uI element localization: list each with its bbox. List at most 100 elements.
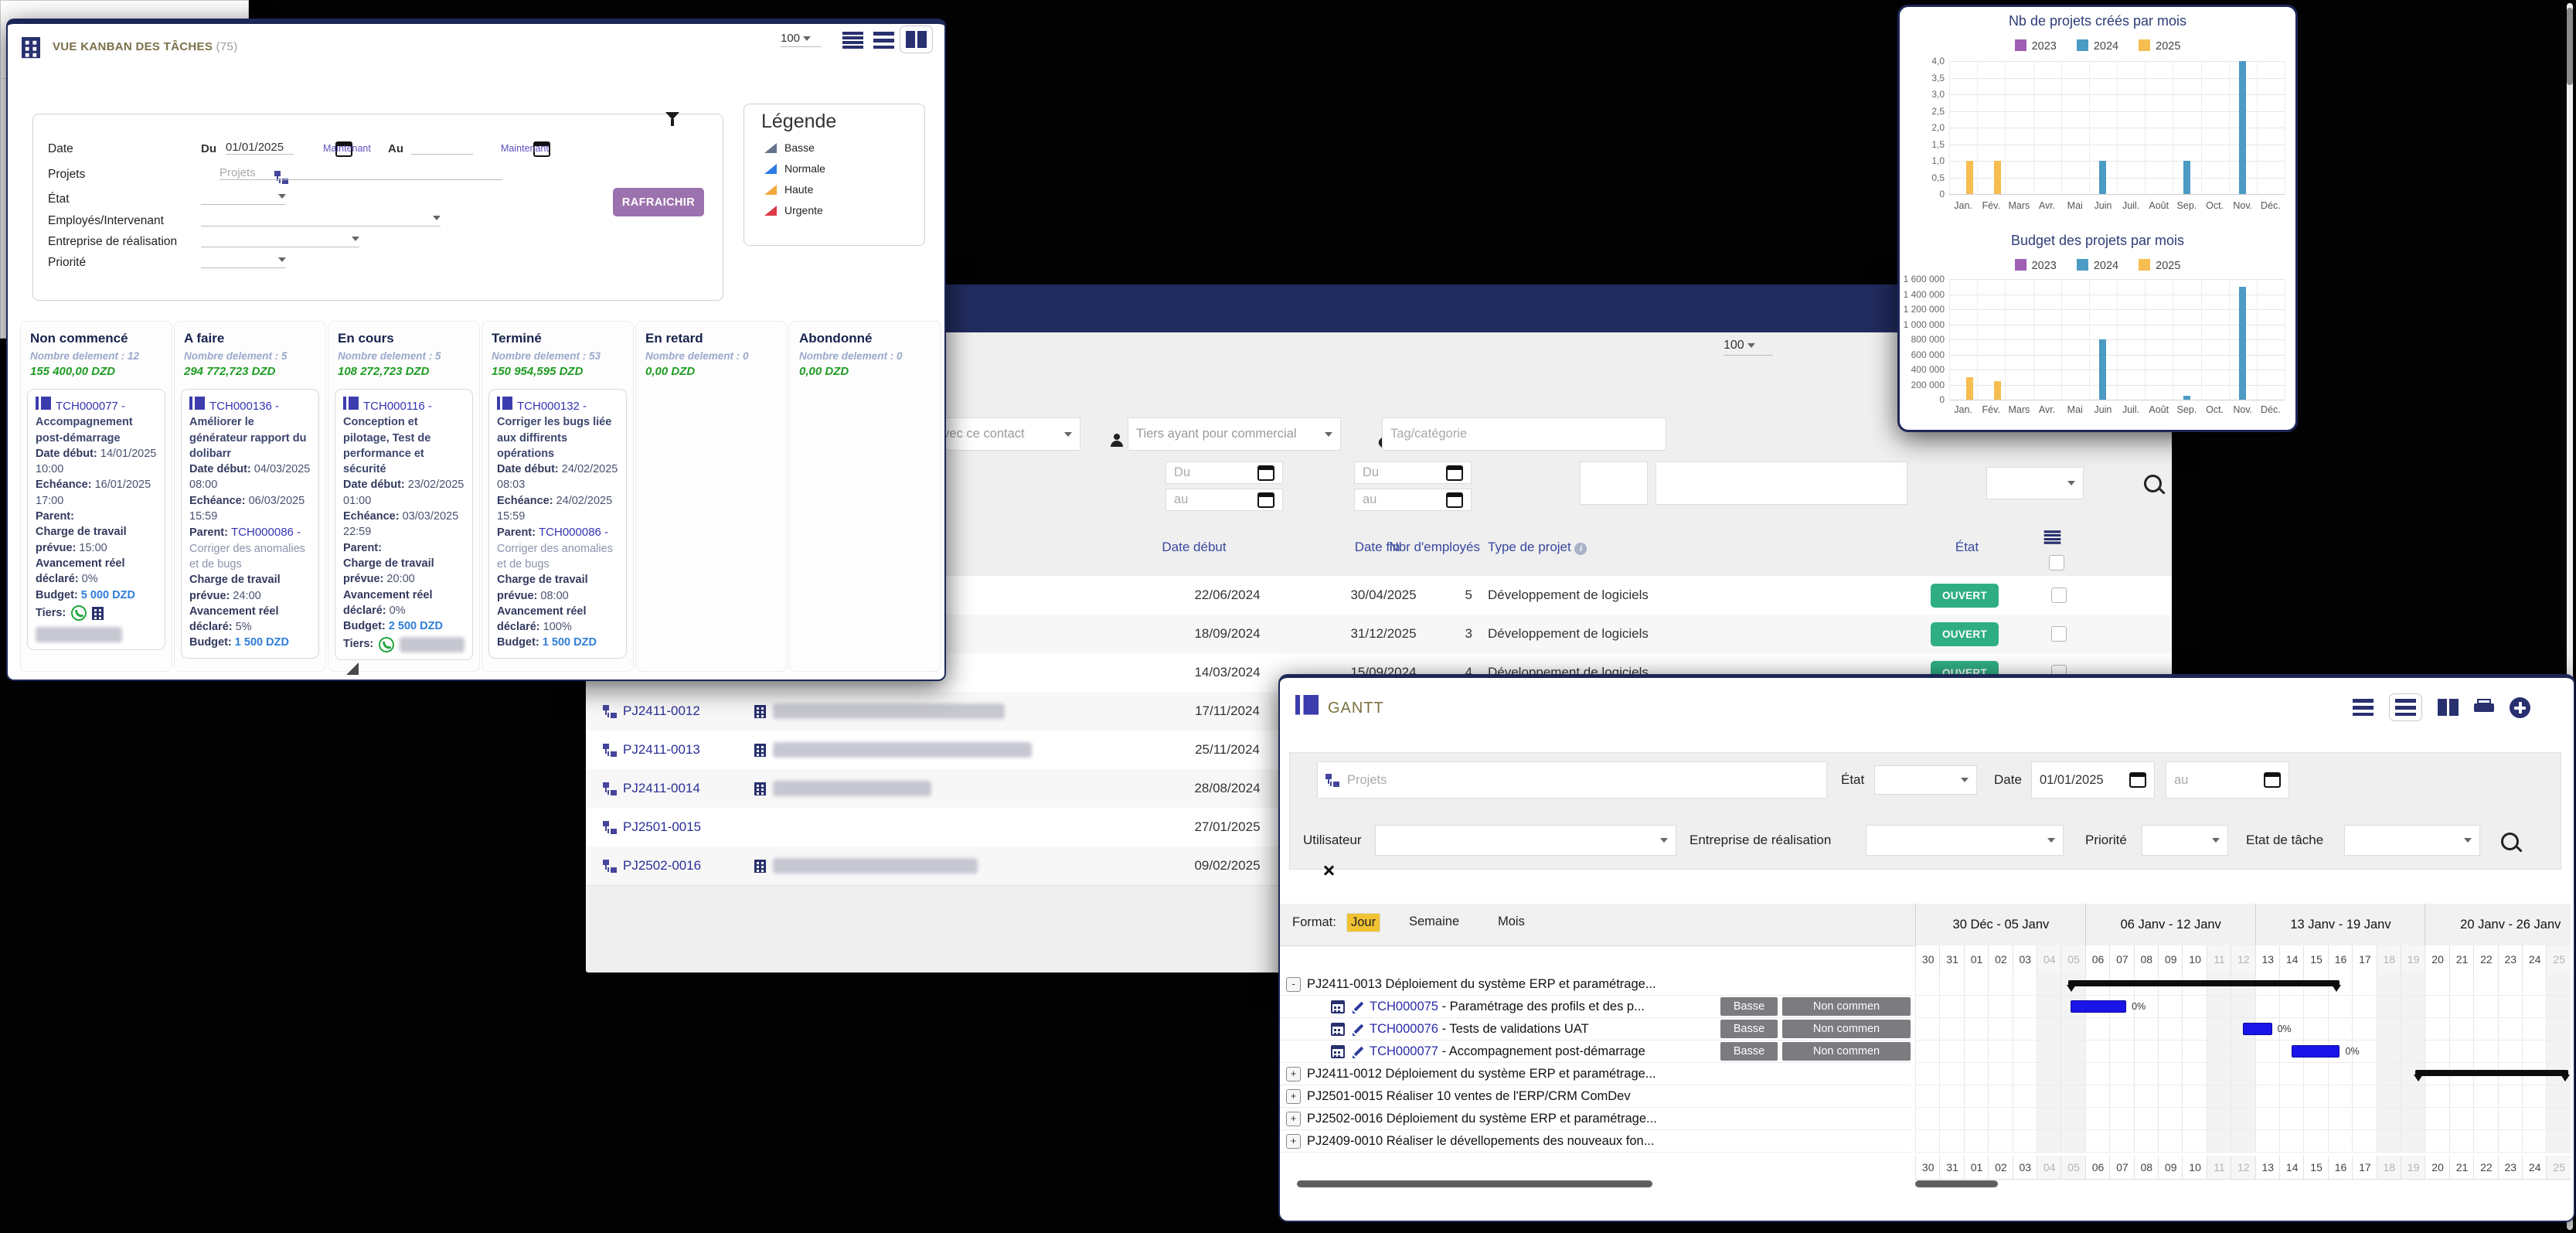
- gantt-date-input[interactable]: 01/01/2025: [2031, 761, 2155, 799]
- col-header-etat[interactable]: État: [1890, 540, 2044, 555]
- gantt-project-row[interactable]: +PJ2502-0016 Déploiement du système ERP …: [1280, 1108, 1911, 1130]
- now-link-2[interactable]: Maintenant: [501, 143, 549, 154]
- gantt-etat-select[interactable]: [1874, 765, 1977, 795]
- gantt-date-au-input[interactable]: au: [2166, 761, 2289, 799]
- filter-employes-select[interactable]: [201, 211, 441, 227]
- project-ref-link[interactable]: PJ2411-0014: [623, 781, 700, 796]
- kanban-card[interactable]: TCH000132 - Corriger les bugs liée aux d…: [488, 389, 627, 659]
- project-ref-link[interactable]: PJ2411-0012: [623, 703, 700, 719]
- company-icon[interactable]: [92, 607, 104, 620]
- gantt-task-bar[interactable]: [2071, 1000, 2126, 1013]
- gantt-etat-tache-select[interactable]: [2344, 825, 2480, 856]
- gantt-priorite-select[interactable]: [2142, 825, 2228, 856]
- gantt-task-row[interactable]: TCH000076 - Tests de validations UATBass…: [1280, 1018, 1911, 1041]
- expander-icon[interactable]: +: [1286, 1134, 1301, 1149]
- filter-du-input[interactable]: 01/01/2025: [226, 141, 294, 155]
- gantt-summary-bar[interactable]: [2068, 980, 2340, 986]
- column-selector-icon[interactable]: [2044, 530, 2061, 544]
- expander-icon[interactable]: +: [1286, 1112, 1301, 1126]
- whatsapp-icon[interactable]: [71, 605, 87, 621]
- gantt-clear-icon[interactable]: [1322, 864, 1335, 877]
- tiers-commercial-select[interactable]: Tiers ayant pour commercial: [1128, 417, 1341, 451]
- expander-icon[interactable]: +: [1286, 1089, 1301, 1104]
- calendar-icon[interactable]: [2264, 772, 2281, 788]
- list-view-icon[interactable]: [2353, 699, 2374, 716]
- expander-icon[interactable]: +: [1286, 1067, 1301, 1081]
- parent-task-link[interactable]: TCH000086 -: [539, 526, 608, 539]
- select-all-checkbox[interactable]: [2049, 555, 2064, 571]
- kanban-page-size-select[interactable]: 100: [781, 32, 821, 47]
- format-option-jour[interactable]: Jour: [1346, 913, 1380, 932]
- status-filter-select[interactable]: [1986, 467, 2084, 499]
- filter-etat-select[interactable]: [201, 189, 286, 205]
- gantt-projects-input[interactable]: Projets: [1317, 761, 1827, 799]
- whatsapp-icon[interactable]: [379, 637, 394, 652]
- calendar-icon[interactable]: [1257, 492, 1274, 508]
- format-option-semaine[interactable]: Semaine: [1405, 913, 1463, 931]
- list-view-icon[interactable]: [842, 32, 863, 49]
- kanban-card[interactable]: TCH000077 - Accompagnement post-démarrag…: [27, 389, 165, 650]
- filter-projets-input[interactable]: Projets: [219, 166, 502, 180]
- col-header-type[interactable]: Type de projet i: [1488, 540, 1587, 555]
- gantt-task-row[interactable]: TCH000075 - Paramétrage des profils et d…: [1280, 996, 1911, 1018]
- calendar-icon[interactable]: [1257, 465, 1274, 481]
- task-ref-link[interactable]: TCH000076: [1370, 1022, 1438, 1037]
- filter-priorite-select[interactable]: [201, 253, 286, 268]
- edit-pencil-icon[interactable]: [1353, 1000, 1365, 1013]
- calendar-icon[interactable]: [1446, 492, 1463, 508]
- filter-au-input[interactable]: [411, 141, 473, 155]
- gantt-task-bar[interactable]: [2292, 1045, 2340, 1058]
- employees-filter-input[interactable]: [1580, 462, 1648, 505]
- task-ref-link[interactable]: TCH000075: [1370, 1000, 1438, 1014]
- resize-grip-icon[interactable]: [346, 662, 359, 675]
- edit-pencil-icon[interactable]: [1353, 1045, 1365, 1058]
- calendar-icon[interactable]: [1331, 1023, 1345, 1036]
- gantt-task-row[interactable]: TCH000077 - Accompagnement post-démarrag…: [1280, 1041, 1911, 1063]
- date-fin-au-input[interactable]: au: [1354, 489, 1472, 511]
- calendar-icon[interactable]: [1331, 1000, 1345, 1013]
- col-header-date-debut[interactable]: Date début: [1117, 540, 1271, 555]
- gantt-entreprise-select[interactable]: [1866, 825, 2064, 856]
- tag-category-input[interactable]: Tag/catégorie: [1382, 417, 1666, 451]
- project-ref-link[interactable]: PJ2501-0015: [623, 819, 701, 835]
- gantt-project-row[interactable]: +PJ2501-0015 Réaliser 10 ventes de l'ERP…: [1280, 1085, 1911, 1108]
- type-filter-input[interactable]: [1656, 462, 1907, 505]
- gantt-task-bar[interactable]: [2243, 1023, 2272, 1035]
- kanban-card[interactable]: TCH000136 - Améliorer le générateur rapp…: [181, 389, 319, 659]
- calendar-icon[interactable]: [1331, 1045, 1345, 1058]
- calendar-icon[interactable]: [1446, 465, 1463, 481]
- gantt-project-row[interactable]: -PJ2411-0013 Déploiement du système ERP …: [1280, 973, 1911, 996]
- calendar-icon[interactable]: [2129, 772, 2146, 788]
- now-link-1[interactable]: Maintenant: [323, 143, 371, 154]
- print-icon[interactable]: [2474, 699, 2494, 716]
- task-ref-link[interactable]: TCH000136 -: [209, 400, 279, 413]
- refresh-button[interactable]: RAFRAICHIR: [613, 188, 704, 216]
- edit-pencil-icon[interactable]: [1353, 1023, 1365, 1035]
- kanban-view-selected-box[interactable]: [900, 26, 933, 53]
- gantt-project-row[interactable]: +PJ2409-0010 Réaliser le dévellopements …: [1280, 1130, 1911, 1153]
- selected-view-box[interactable]: [2389, 693, 2422, 721]
- format-option-mois[interactable]: Mois: [1494, 913, 1529, 931]
- date-debut-du-input[interactable]: Du: [1165, 462, 1283, 484]
- task-ref-link[interactable]: TCH000077: [1370, 1044, 1438, 1059]
- gantt-user-select[interactable]: [1375, 825, 1676, 856]
- gantt-project-row[interactable]: +PJ2411-0012 Déploiement du système ERP …: [1280, 1063, 1911, 1085]
- parent-task-link[interactable]: TCH000086 -: [231, 526, 301, 539]
- projects-page-size-select[interactable]: 100: [1724, 339, 1773, 356]
- kanban-view-icon[interactable]: [2438, 699, 2459, 716]
- add-icon[interactable]: [2510, 697, 2530, 718]
- task-ref-link[interactable]: TCH000077 -: [56, 400, 125, 413]
- gantt-left-scrollbar-thumb[interactable]: [1297, 1180, 1652, 1187]
- expander-icon[interactable]: -: [1286, 977, 1301, 992]
- row-checkbox[interactable]: [2051, 588, 2067, 603]
- project-ref-link[interactable]: PJ2502-0016: [623, 858, 701, 874]
- project-ref-link[interactable]: PJ2411-0013: [623, 742, 700, 758]
- search-icon[interactable]: [2144, 475, 2162, 492]
- col-header-employees[interactable]: Nbr d'employés: [1363, 540, 1480, 555]
- gantt-summary-bar[interactable]: [2415, 1070, 2568, 1076]
- gantt-grid-scrollbar-thumb[interactable]: [1915, 1180, 1998, 1187]
- compact-view-icon[interactable]: [873, 32, 894, 49]
- row-checkbox[interactable]: [2051, 626, 2067, 642]
- gantt-search-icon[interactable]: [2501, 833, 2519, 850]
- date-fin-du-input[interactable]: Du: [1354, 462, 1472, 484]
